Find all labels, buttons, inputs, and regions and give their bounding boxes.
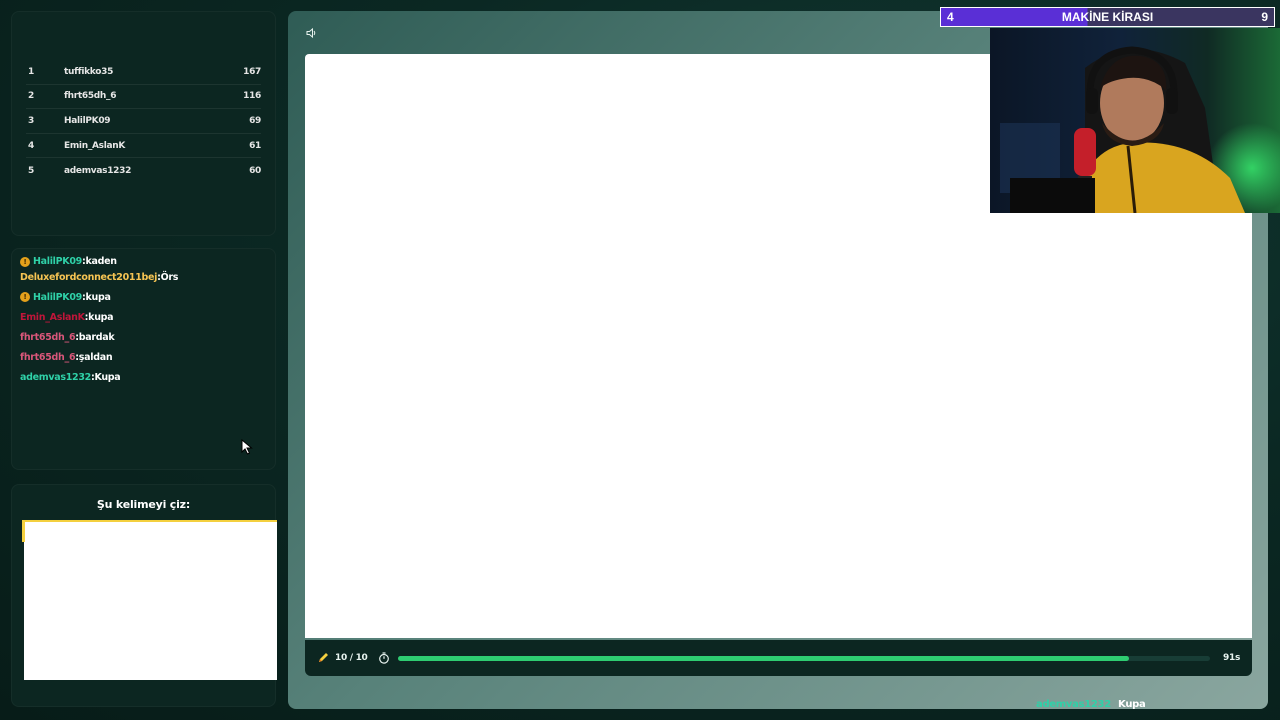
chat-text: bardak	[78, 331, 115, 343]
chat-username: fhrt65dh_6	[20, 331, 76, 343]
last-guess-text: Kupa	[1118, 699, 1146, 710]
leaderboard-row: 2 fhrt65dh_6 116	[26, 85, 261, 110]
pencil-icon	[319, 653, 328, 662]
chat-text: kaden	[85, 256, 117, 267]
leaderboard-row: 1 tuffikko35 167	[26, 60, 261, 85]
overlay-right-count: 9	[1261, 10, 1268, 24]
chat-message: ! HalilPK09: kupa	[20, 287, 267, 307]
time-left: 91s	[1223, 653, 1240, 663]
leaderboard-score: 60	[249, 165, 261, 176]
last-guess-user: ademvas1232	[1036, 699, 1111, 710]
round-status-bar: 10 / 10 91s	[305, 640, 1252, 676]
time-progress-fill	[397, 655, 1129, 661]
last-guess-toast: ademvas1232 Kupa	[1036, 699, 1146, 710]
leaderboard-row: 3 HalilPK09 69	[26, 109, 261, 134]
chat-text: Kupa	[94, 371, 121, 383]
leaderboard-rank: 4	[28, 140, 34, 151]
chat-list: ! HalilPK09: kaden Deluxefordconnect2011bej…	[20, 256, 267, 387]
chat-text: Örs	[160, 271, 179, 283]
time-progress-bar	[397, 655, 1210, 661]
leaderboard-score: 116	[243, 91, 261, 102]
chat-username: fhrt65dh_6	[20, 351, 76, 363]
speaker-icon[interactable]	[306, 27, 318, 39]
leaderboard-rank: 5	[28, 165, 34, 176]
stopwatch-icon	[378, 652, 389, 664]
chat-text: kupa	[88, 311, 114, 323]
leaderboard-score: 61	[249, 140, 261, 151]
leaderboard-score: 167	[243, 66, 261, 77]
overlay-title: MAKİNE KİRASI	[1061, 10, 1154, 24]
leaderboard-player-name: HalilPK09	[64, 115, 111, 126]
chat-message: Emin_AslanK: kupa	[20, 307, 267, 327]
chat-message: ! HalilPK09: kaden	[20, 252, 267, 267]
chat-username: HalilPK09	[33, 291, 82, 303]
word-choice-box[interactable]	[22, 520, 277, 680]
word-prompt-title: Şu kelimeyi çiz:	[96, 498, 191, 511]
stream-overlay-bar: 4 MAKİNE KİRASI 9	[940, 7, 1275, 27]
chat-message: ademvas1232: Kupa	[20, 367, 267, 387]
chat-username: Emin_AslanK	[20, 311, 85, 323]
leaderboard-rank: 2	[28, 91, 34, 102]
webcam-image	[990, 28, 1280, 213]
leaderboard-player-name: ademvas1232	[64, 165, 132, 176]
chat-panel: ! HalilPK09: kaden Deluxefordconnect2011bej…	[11, 248, 276, 470]
leaderboard-score: 69	[249, 115, 261, 126]
correct-guess-badge-icon: !	[20, 292, 30, 302]
word-prompt-panel: Şu kelimeyi çiz:	[11, 484, 277, 707]
chat-message: Deluxefordconnect2011bej: Örs	[20, 267, 267, 287]
leaderboard-rank: 3	[28, 115, 34, 126]
chat-message: fhrt65dh_6: bardak	[20, 327, 267, 347]
mouse-cursor-icon	[241, 439, 253, 455]
chat-text: kupa	[85, 291, 111, 303]
chat-username: HalilPK09	[33, 256, 82, 267]
correct-guess-badge-icon: !	[20, 257, 30, 267]
webcam-feed	[990, 28, 1280, 213]
leaderboard-player-name: tuffikko35	[64, 66, 114, 77]
leaderboard-rank: 1	[28, 66, 34, 77]
chat-username: ademvas1232	[20, 371, 91, 383]
round-counter: 10 / 10	[335, 653, 368, 663]
leaderboard-row: 5 ademvas1232 60	[26, 158, 261, 183]
chat-text: şaldan	[78, 351, 113, 363]
overlay-left-count: 4	[947, 10, 954, 24]
leaderboard-row: 4 Emin_AslanK 61	[26, 134, 261, 159]
leaderboard-panel: 1 tuffikko35 167 2 fhrt65dh_6 116 3 HalilPK09 69…	[11, 11, 276, 236]
chat-username: Deluxefordconnect2011bej	[20, 271, 158, 283]
chat-message: fhrt65dh_6: şaldan	[20, 347, 267, 367]
leaderboard-player-name: fhrt65dh_6	[64, 91, 117, 102]
leaderboard-player-name: Emin_AslanK	[64, 140, 126, 151]
